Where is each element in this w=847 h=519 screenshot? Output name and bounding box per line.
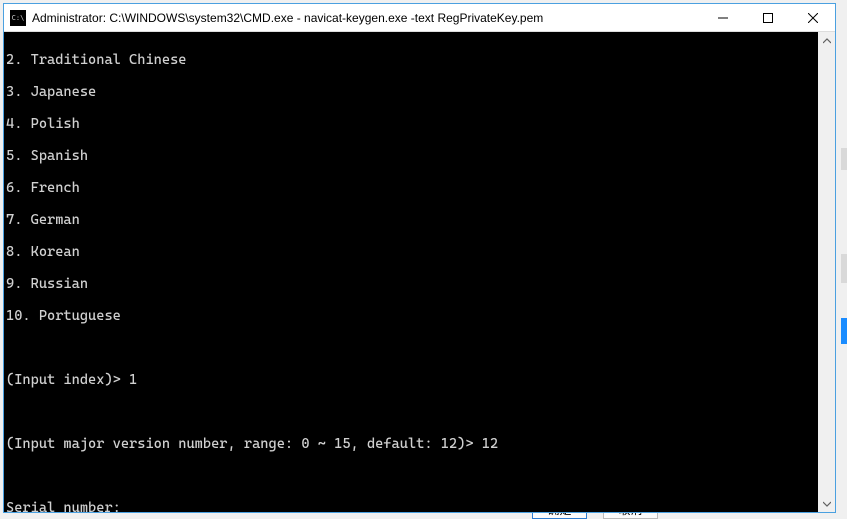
input-major-prompt: (Input major version number, range: 0 ~ …	[6, 436, 482, 452]
lang-option: 7. German	[6, 212, 816, 228]
lang-option: 2. Traditional Chinese	[6, 52, 816, 68]
close-icon	[808, 13, 818, 23]
input-index-line: (Input index)> 1	[6, 372, 816, 388]
window-controls	[700, 4, 835, 31]
cmd-icon	[10, 10, 26, 26]
input-index-value: 1	[129, 372, 137, 388]
blank-line	[6, 468, 816, 484]
chevron-down-icon	[823, 500, 831, 508]
lang-option: 9. Russian	[6, 276, 816, 292]
lang-option: 6. French	[6, 180, 816, 196]
scrollbar-down-button[interactable]	[818, 495, 835, 512]
minimize-button[interactable]	[700, 4, 745, 32]
maximize-icon	[763, 13, 773, 23]
vertical-scrollbar[interactable]	[818, 32, 835, 512]
chevron-up-icon	[823, 37, 831, 45]
lang-option: 10. Portuguese	[6, 308, 816, 324]
input-index-prompt: (Input index)>	[6, 372, 129, 388]
serial-label: Serial number:	[6, 500, 816, 512]
background-blue-accent	[841, 318, 847, 344]
console-output[interactable]: 2. Traditional Chinese 3. Japanese 4. Po…	[4, 32, 818, 512]
input-major-value: 12	[482, 436, 498, 452]
input-major-line: (Input major version number, range: 0 ~ …	[6, 436, 816, 452]
lang-option: 5. Spanish	[6, 148, 816, 164]
lang-option: 8. Korean	[6, 244, 816, 260]
minimize-icon	[718, 13, 728, 23]
close-button[interactable]	[790, 4, 835, 32]
background-panel-fragment-1	[841, 148, 847, 170]
blank-line	[6, 340, 816, 356]
titlebar[interactable]: Administrator: C:\WINDOWS\system32\CMD.e…	[4, 4, 835, 32]
client-area: 2. Traditional Chinese 3. Japanese 4. Po…	[4, 32, 835, 512]
blank-line	[6, 404, 816, 420]
lang-option: 3. Japanese	[6, 84, 816, 100]
cmd-window: Administrator: C:\WINDOWS\system32\CMD.e…	[3, 3, 836, 513]
window-title: Administrator: C:\WINDOWS\system32\CMD.e…	[32, 11, 700, 25]
background-panel-fragment-2	[841, 254, 847, 283]
lang-option: 4. Polish	[6, 116, 816, 132]
scrollbar-up-button[interactable]	[818, 32, 835, 49]
maximize-button[interactable]	[745, 4, 790, 32]
